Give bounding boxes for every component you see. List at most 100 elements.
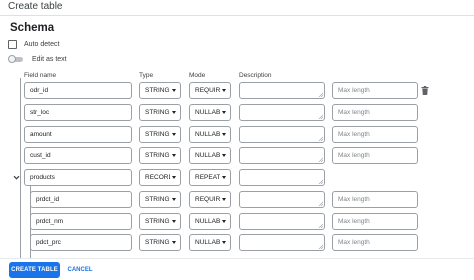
max-length-input[interactable]: Max length	[332, 126, 418, 143]
edit-as-text-toggle[interactable]	[8, 55, 24, 63]
dropdown-arrow-icon	[172, 176, 176, 179]
mode-select[interactable]: NULLAB...	[189, 104, 231, 121]
dropdown-arrow-icon	[172, 220, 176, 223]
chevron-down-icon[interactable]	[13, 174, 20, 181]
dropdown-arrow-icon	[222, 198, 226, 201]
schema-row-nested: prdct_nm STRING NULLAB... Max length	[0, 212, 474, 232]
type-select[interactable]: STRING	[139, 82, 181, 99]
mode-select[interactable]: NULLAB...	[189, 126, 231, 143]
mode-value: REQUIRED	[195, 196, 220, 203]
resize-grip-icon[interactable]	[318, 92, 323, 97]
mode-select[interactable]: REQUIRED	[189, 191, 231, 208]
dropdown-arrow-icon	[222, 241, 226, 244]
field-name-input[interactable]: amount	[24, 126, 132, 143]
type-select[interactable]: STRING	[139, 213, 181, 230]
mode-select[interactable]: REPEAT...	[189, 169, 231, 186]
dropdown-arrow-icon	[222, 220, 226, 223]
window-title: Create table	[8, 1, 63, 12]
dropdown-arrow-icon	[222, 89, 226, 92]
schema-row: str_loc STRING NULLAB... Max length	[0, 103, 474, 123]
description-textarea[interactable]	[239, 169, 325, 186]
resize-grip-icon[interactable]	[318, 201, 323, 206]
mode-value: REQUIRED	[195, 87, 220, 94]
title-bar: Create table	[0, 0, 474, 16]
type-select[interactable]: STRING	[139, 234, 181, 251]
max-length-input[interactable]: Max length	[332, 104, 418, 121]
dropdown-arrow-icon	[172, 154, 176, 157]
description-textarea[interactable]	[239, 191, 325, 208]
dropdown-arrow-icon	[222, 176, 226, 179]
schema-heading: Schema	[10, 22, 55, 34]
field-name-input[interactable]: prdct_id	[30, 191, 132, 208]
resize-grip-icon[interactable]	[318, 114, 323, 119]
auto-detect-label: Auto detect	[24, 40, 60, 48]
max-length-input[interactable]: Max length	[332, 82, 418, 99]
resize-grip-icon[interactable]	[318, 179, 323, 184]
type-select[interactable]: STRING	[139, 147, 181, 164]
field-name-input[interactable]: products	[24, 169, 132, 186]
description-textarea[interactable]	[239, 213, 325, 230]
trash-icon[interactable]	[421, 86, 429, 95]
schema-row: amount STRING NULLAB... Max length	[0, 125, 474, 145]
mode-select[interactable]: NULLAB...	[189, 234, 231, 251]
field-name-input[interactable]: cust_id	[24, 147, 132, 164]
dropdown-arrow-icon	[172, 89, 176, 92]
column-header-description: Description	[239, 72, 272, 79]
dropdown-arrow-icon	[222, 111, 226, 114]
dropdown-arrow-icon	[172, 111, 176, 114]
mode-select[interactable]: NULLAB...	[189, 213, 231, 230]
type-value: RECORD	[145, 174, 170, 181]
field-name-input[interactable]: pdct_prc	[30, 234, 132, 251]
mode-value: NULLAB...	[195, 131, 220, 138]
max-length-input[interactable]: Max length	[332, 147, 418, 164]
dropdown-arrow-icon	[172, 133, 176, 136]
auto-detect-checkbox[interactable]	[8, 39, 17, 49]
resize-grip-icon[interactable]	[318, 136, 323, 141]
edit-as-text-option[interactable]: Edit as text	[8, 54, 67, 64]
type-select[interactable]: RECORD	[139, 169, 181, 186]
type-value: STRING	[145, 87, 170, 94]
edit-as-text-label: Edit as text	[32, 55, 67, 63]
type-value: STRING	[145, 131, 170, 138]
type-value: STRING	[145, 239, 170, 246]
schema-row-nested: prdct_id STRING REQUIRED Max length	[0, 190, 474, 210]
resize-grip-icon[interactable]	[318, 223, 323, 228]
description-textarea[interactable]	[239, 82, 325, 99]
column-header-type: Type	[139, 72, 154, 79]
description-textarea[interactable]	[239, 126, 325, 143]
create-table-button[interactable]: CREATE TABLE	[9, 262, 60, 278]
field-name-input[interactable]: prdct_nm	[30, 213, 132, 230]
mode-value: NULLAB...	[195, 152, 220, 159]
dropdown-arrow-icon	[172, 241, 176, 244]
mode-select[interactable]: REQUIRED	[189, 82, 231, 99]
schema-row-record: products RECORD REPEAT...	[0, 168, 474, 188]
type-select[interactable]: STRING	[139, 104, 181, 121]
max-length-input[interactable]: Max length	[332, 191, 418, 208]
column-header-mode: Mode	[189, 72, 206, 79]
max-length-input[interactable]: Max length	[332, 234, 418, 251]
type-select[interactable]: STRING	[139, 126, 181, 143]
dropdown-arrow-icon	[222, 133, 226, 136]
description-textarea[interactable]	[239, 147, 325, 164]
type-value: STRING	[145, 109, 170, 116]
mode-select[interactable]: NULLAB...	[189, 147, 231, 164]
mode-value: NULLAB...	[195, 239, 220, 246]
field-name-input[interactable]: str_loc	[24, 104, 132, 121]
mode-value: NULLAB...	[195, 109, 220, 116]
max-length-input[interactable]: Max length	[332, 213, 418, 230]
type-value: STRING	[145, 218, 170, 225]
resize-grip-icon[interactable]	[318, 244, 323, 249]
type-select[interactable]: STRING	[139, 191, 181, 208]
resize-grip-icon[interactable]	[318, 157, 323, 162]
schema-row: odr_id STRING REQUIRED Max length	[0, 81, 474, 101]
schema-row-nested: pdct_prc STRING NULLAB... Max length	[0, 233, 474, 253]
mode-value: NULLAB...	[195, 218, 220, 225]
mode-value: REPEAT...	[195, 174, 220, 181]
description-textarea[interactable]	[239, 234, 325, 251]
cancel-button[interactable]: CANCEL	[67, 262, 93, 278]
column-header-field-name: Field name	[24, 72, 57, 79]
field-name-input[interactable]: odr_id	[24, 82, 132, 99]
description-textarea[interactable]	[239, 104, 325, 121]
type-value: STRING	[145, 196, 170, 203]
auto-detect-option[interactable]: Auto detect	[8, 38, 59, 50]
